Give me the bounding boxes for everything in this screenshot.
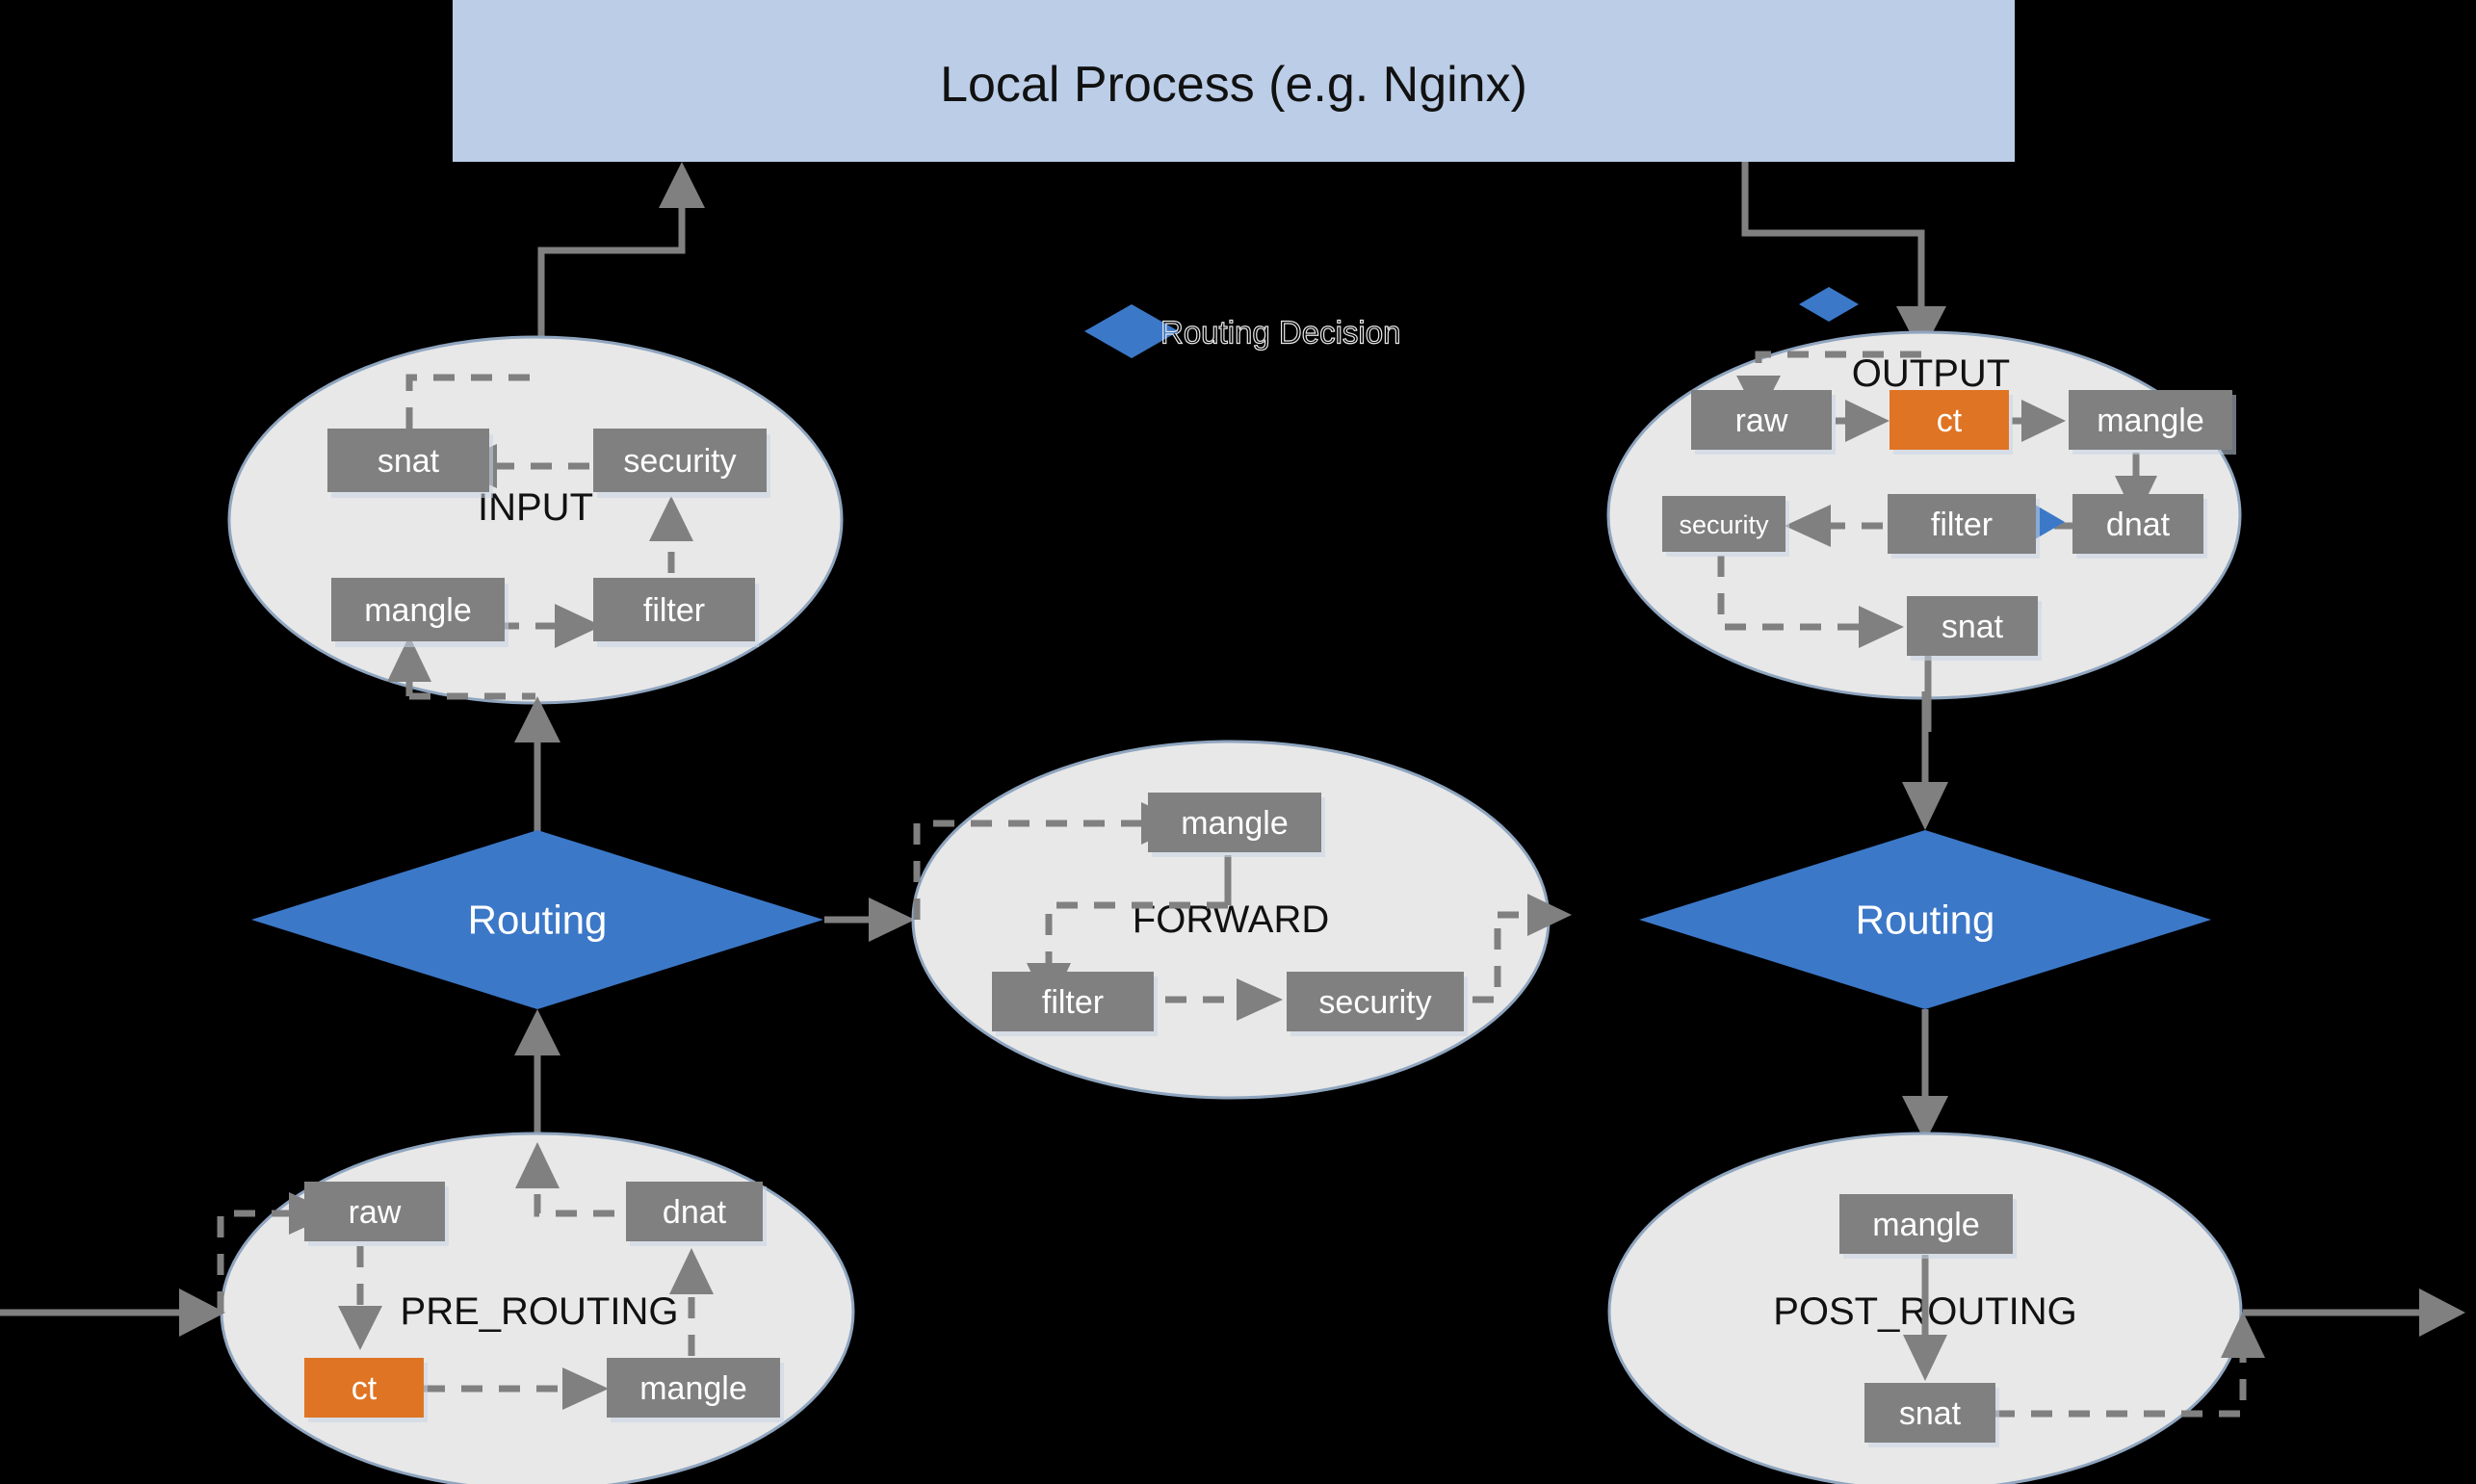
input-box-snat: snat — [327, 429, 493, 498]
input-filter-label: filter — [643, 592, 705, 629]
forward-box-mangle: mangle — [1148, 793, 1325, 857]
output-box-filter: filter — [1888, 494, 2040, 559]
pre-routing-box-dnat: dnat — [626, 1182, 767, 1246]
output-filter-label: filter — [1931, 507, 1993, 543]
output-raw-label: raw — [1735, 403, 1788, 439]
legend-routing-decision-label: Routing Decision — [1160, 315, 1400, 351]
pre-routing-box-mangle: mangle — [607, 1358, 784, 1422]
input-mangle-label: mangle — [364, 592, 472, 629]
chain-ellipse-forward: FORWARD mangle filter security — [911, 740, 1572, 1100]
output-chain-title: OUTPUT — [1852, 352, 2010, 395]
routing-decision-right: Routing — [1639, 691, 2211, 1142]
output-snat-label: snat — [1942, 609, 2004, 645]
output-box-ct: ct — [1890, 390, 2013, 455]
arrowhead-external-out — [2419, 1289, 2465, 1337]
forward-arrowhead-exit — [1527, 894, 1572, 936]
forward-security-label: security — [1318, 984, 1431, 1021]
routing-left-label: Routing — [468, 898, 608, 943]
output-ct-label: ct — [1937, 403, 1963, 439]
input-box-filter: filter — [593, 578, 759, 647]
chain-ellipse-input: INPUT snat security mangle filter — [227, 335, 844, 705]
pre-raw-label: raw — [349, 1194, 402, 1231]
pre-routing-box-raw: raw — [304, 1182, 449, 1246]
post-snat-label: snat — [1899, 1395, 1962, 1432]
pre-ct-label: ct — [352, 1370, 378, 1407]
arrowhead-forward-entry — [869, 898, 915, 942]
output-mangle-label: mangle — [2097, 403, 2204, 439]
output-box-raw: raw — [1691, 390, 1836, 455]
pre-dnat-label: dnat — [663, 1194, 727, 1231]
chain-ellipse-pre-routing: PRE_ROUTING raw dnat ct mangle — [0, 1132, 855, 1484]
post-mangle-label: mangle — [1872, 1207, 1980, 1243]
arrowhead-routing-left-bottom — [514, 1009, 560, 1055]
input-security-label: security — [623, 443, 736, 480]
connector-local-process-to-output — [1741, 162, 1946, 354]
output-routing-decision-diamond-top — [1799, 287, 1859, 322]
forward-box-filter: filter — [992, 972, 1158, 1036]
routing-decision-left: Routing — [251, 696, 915, 1136]
output-box-security: security — [1662, 496, 1789, 557]
netfilter-packet-flow-diagram: Local Process (e.g. Nginx) Routing Decis… — [0, 0, 2476, 1484]
input-snat-label: snat — [378, 443, 440, 480]
input-chain-title: INPUT — [478, 486, 593, 529]
arrowhead-to-local-process — [659, 162, 705, 208]
chain-ellipse-post-routing: POST_ROUTING mangle snat — [1607, 1132, 2465, 1484]
pre-routing-box-ct: ct — [304, 1358, 428, 1422]
output-box-mangle: mangle — [2069, 390, 2236, 455]
forward-filter-label: filter — [1042, 984, 1104, 1021]
diagram-canvas: Local Process (e.g. Nginx) Routing Decis… — [0, 0, 2465, 1484]
legend: Routing Decision — [1084, 304, 1401, 358]
forward-mangle-label: mangle — [1181, 805, 1289, 842]
input-box-security: security — [593, 429, 770, 498]
post-routing-box-snat: snat — [1864, 1383, 1999, 1447]
routing-right-label: Routing — [1856, 898, 1995, 943]
post-routing-box-mangle: mangle — [1839, 1194, 2017, 1259]
output-dnat-label: dnat — [2106, 507, 2171, 543]
input-box-mangle: mangle — [331, 578, 508, 647]
pre-routing-chain-title: PRE_ROUTING — [401, 1290, 679, 1333]
arrowhead-routing-right-top — [1902, 782, 1948, 830]
pre-mangle-label: mangle — [639, 1370, 747, 1407]
local-process-bar: Local Process (e.g. Nginx) — [453, 0, 2015, 162]
local-process-label: Local Process (e.g. Nginx) — [940, 57, 1527, 113]
output-box-snat: snat — [1907, 596, 2042, 661]
forward-box-security: security — [1287, 972, 1468, 1036]
output-security-label: security — [1679, 510, 1769, 539]
output-box-dnat: dnat — [2072, 494, 2207, 559]
chain-ellipse-output: OUTPUT raw ct mangle security filter dna… — [1606, 287, 2242, 732]
